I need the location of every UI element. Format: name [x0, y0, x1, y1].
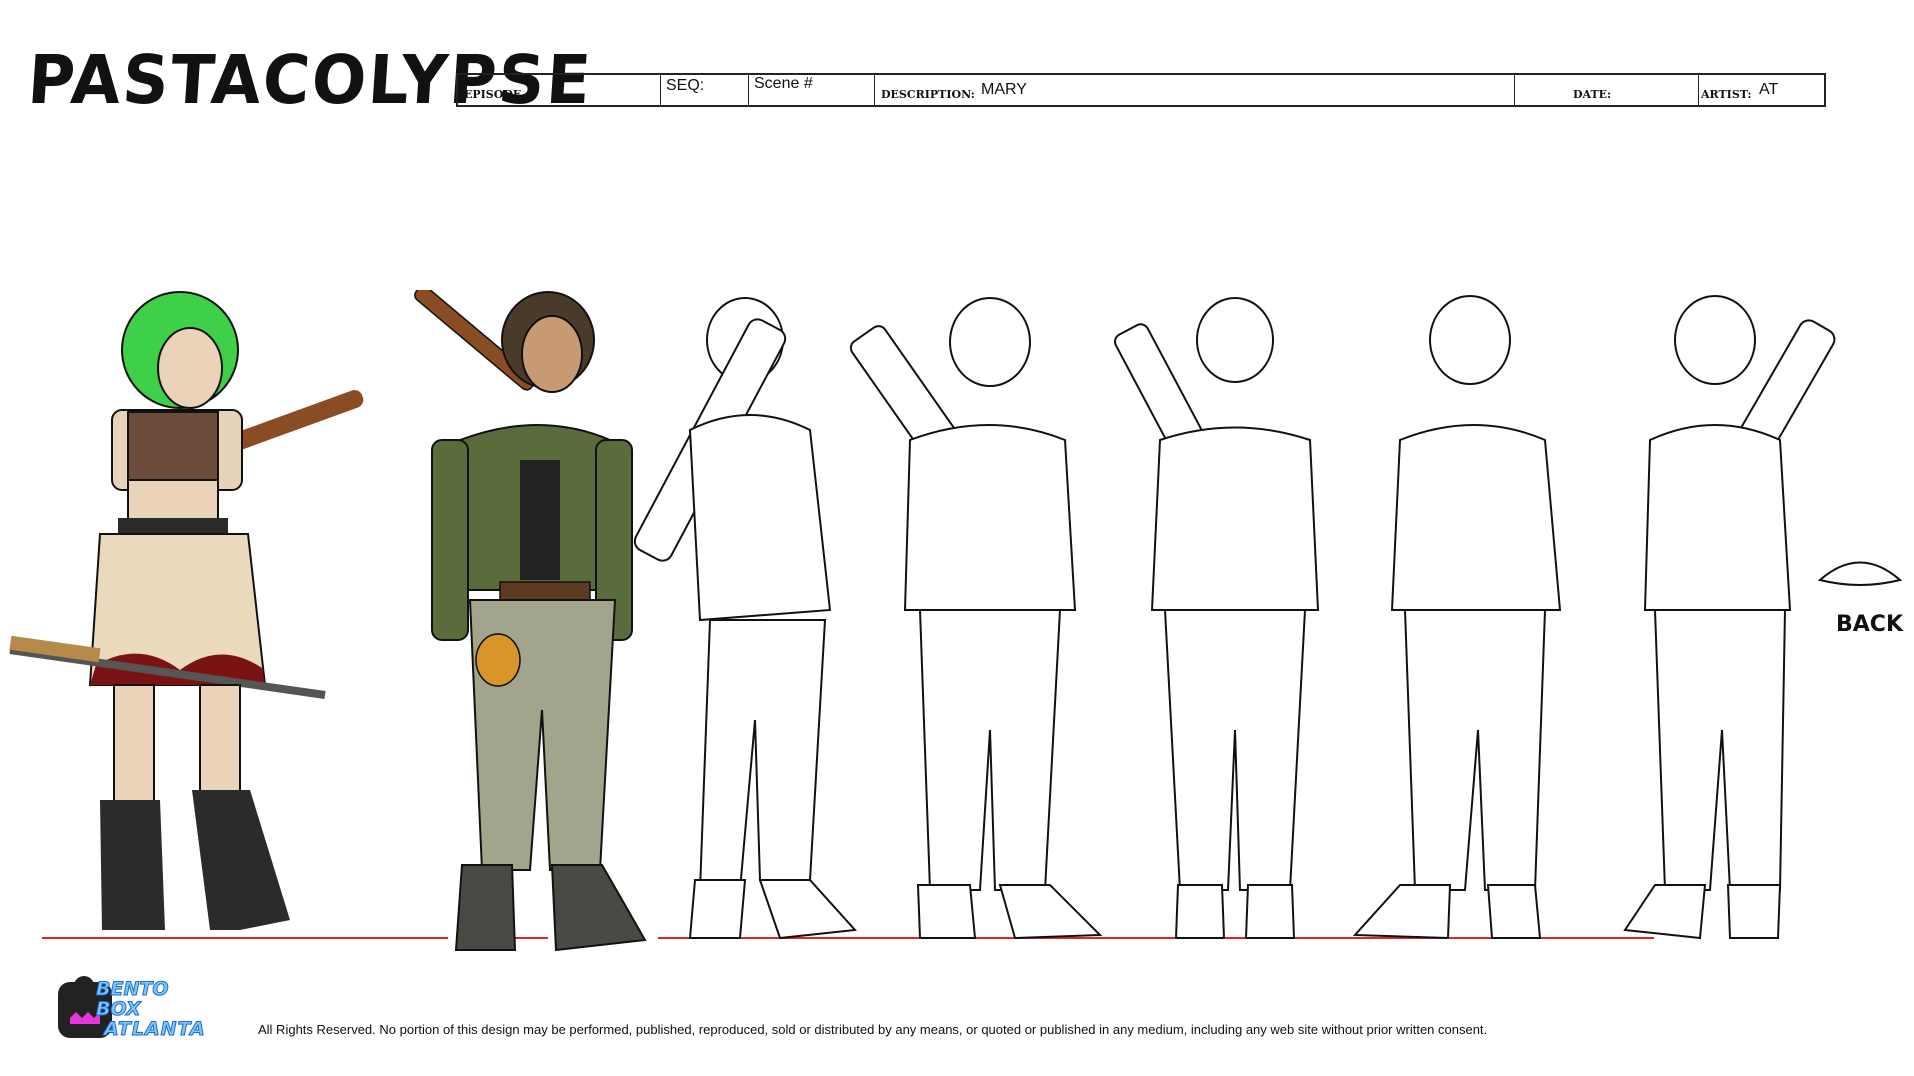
- date-label: DATE:: [1573, 88, 1612, 101]
- artist-value: AT: [1759, 81, 1779, 98]
- view-back: [1623, 295, 1836, 940]
- artist-label: ARTIST:: [1701, 88, 1752, 101]
- description-value: MARY: [981, 81, 1027, 98]
- scene-cell: Scene #: [749, 75, 875, 105]
- logo-line3: ATLANTA: [104, 1018, 206, 1041]
- view-front: [1114, 297, 1320, 939]
- scene-label: Scene #: [754, 75, 813, 92]
- copyright-notice: All Rights Reserved. No portion of this …: [258, 1022, 1488, 1037]
- view-color-model: [414, 290, 647, 952]
- view-three-quarter-front: [849, 297, 1103, 940]
- artist-cell: ARTIST: AT: [1699, 75, 1824, 105]
- description-label: DESCRIPTION:: [881, 88, 975, 101]
- episode-label: EPISODE #: [464, 88, 535, 101]
- back-note: BACK: [1836, 612, 1903, 637]
- description-cell: DESCRIPTION: MARY: [875, 75, 1515, 105]
- view-three-quarter-front-right: [1352, 295, 1562, 940]
- episode-cell: EPISODE #: [458, 75, 661, 105]
- slate-header: EPISODE # SEQ: Scene # DESCRIPTION: MARY…: [456, 73, 1826, 107]
- seq-label: SEQ:: [666, 77, 705, 94]
- seq-cell: SEQ:: [661, 75, 749, 105]
- hair-back-detail-sketch: [1817, 561, 1903, 586]
- lineart-views: [633, 295, 1903, 940]
- studio-logo: BENTO BOX ATLANTA: [56, 976, 236, 1042]
- view-color-reference: [9, 291, 364, 930]
- date-cell: DATE:: [1515, 75, 1699, 105]
- view-three-quarter-back: [633, 297, 858, 940]
- character-turnaround: [9, 290, 1903, 952]
- logo-line2: BOX: [96, 998, 142, 1021]
- logo-line1: BENTO: [95, 978, 169, 1001]
